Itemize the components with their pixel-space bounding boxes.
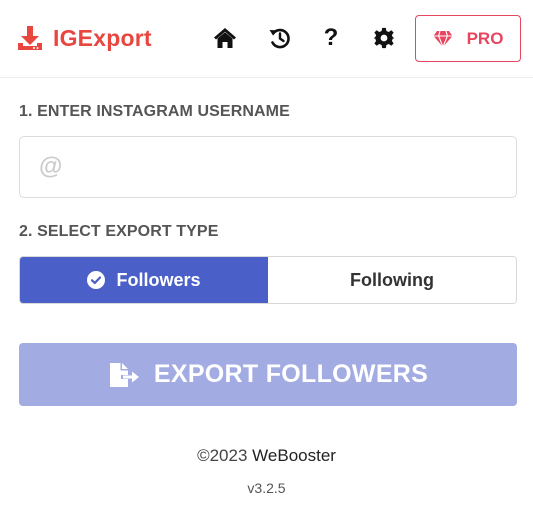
help-icon[interactable]: ? <box>319 26 343 50</box>
export-button-label: EXPORT FOLLOWERS <box>153 360 429 388</box>
company-link[interactable]: WeBooster <box>252 446 336 465</box>
app-header: IGExport ? PRO <box>0 0 533 78</box>
check-circle-icon <box>87 271 106 289</box>
version-label: v3.2.5 <box>247 480 286 496</box>
following-option[interactable]: Following <box>268 257 516 303</box>
copyright: ©2023 WeBooster <box>0 446 533 466</box>
followers-option-label: Followers <box>116 269 201 290</box>
username-field[interactable]: @ <box>19 136 517 198</box>
username-input[interactable] <box>62 137 516 197</box>
home-icon[interactable] <box>213 26 237 50</box>
pro-button[interactable]: PRO <box>415 15 521 62</box>
following-option-label: Following <box>350 269 434 290</box>
download-icon <box>18 26 42 50</box>
followers-option[interactable]: Followers <box>20 257 268 303</box>
at-icon: @ <box>39 153 63 180</box>
export-type-section-label: 2. SELECT EXPORT TYPE <box>19 223 219 240</box>
app-name: IGExport <box>53 25 152 51</box>
pro-label: PRO <box>466 28 504 48</box>
settings-icon[interactable] <box>372 26 396 50</box>
username-section-label: 1. ENTER INSTAGRAM USERNAME <box>19 103 290 120</box>
brand: IGExport <box>17 24 152 52</box>
copyright-year: ©2023 <box>197 446 248 465</box>
file-export-icon <box>109 362 139 387</box>
export-followers-button[interactable]: EXPORT FOLLOWERS <box>19 343 517 406</box>
diamond-icon <box>433 30 453 48</box>
export-type-toggle: Followers Following <box>19 256 517 304</box>
history-icon[interactable] <box>268 26 292 50</box>
